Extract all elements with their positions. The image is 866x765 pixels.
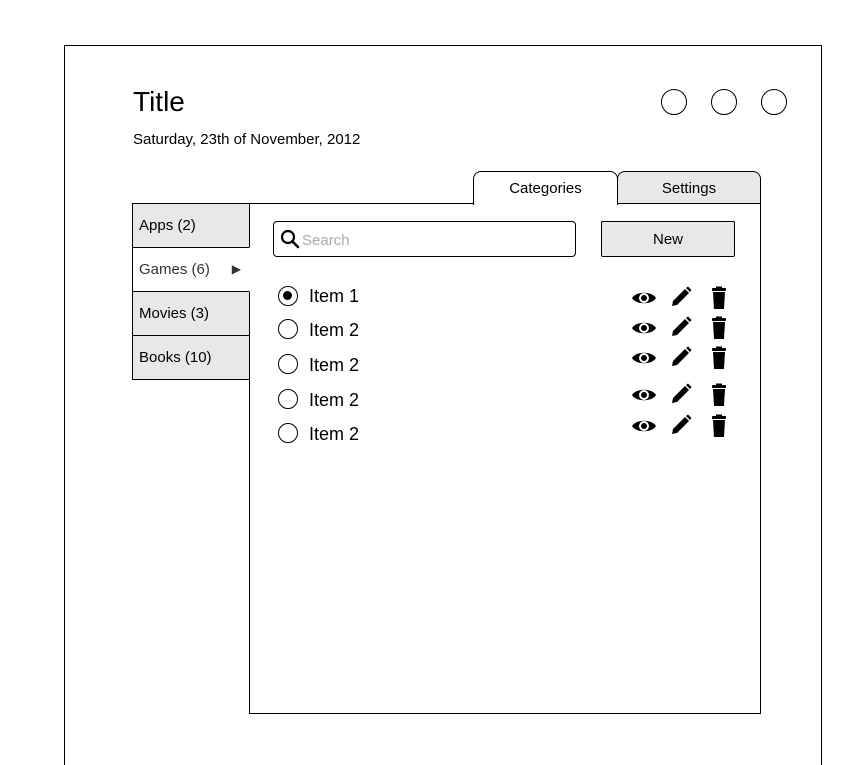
view-icon[interactable] xyxy=(631,316,657,340)
edit-icon[interactable] xyxy=(668,414,694,438)
list-item-label: Item 2 xyxy=(309,424,360,444)
search-icon xyxy=(280,229,300,249)
tab-categories[interactable]: Categories xyxy=(473,171,618,205)
window-control-1[interactable] xyxy=(661,89,687,115)
list-item-label: Item 1 xyxy=(309,286,360,306)
delete-icon[interactable] xyxy=(706,383,732,407)
sidebar-item-books[interactable]: Books (10) xyxy=(132,335,250,380)
view-icon[interactable] xyxy=(631,414,657,438)
sidebar-item-label: Movies (3) xyxy=(139,305,210,322)
sidebar-item-label: Apps (2) xyxy=(139,217,196,234)
radio-selected-dot xyxy=(283,291,292,300)
delete-icon[interactable] xyxy=(706,346,732,370)
item-radio[interactable] xyxy=(278,354,298,374)
sidebar-item-apps[interactable]: Apps (2) xyxy=(132,203,250,248)
search-box xyxy=(273,221,576,257)
tab-settings[interactable]: Settings xyxy=(617,171,761,204)
list-item-label: Item 2 xyxy=(309,390,360,410)
list-item-label: Item 2 xyxy=(309,355,360,375)
delete-icon[interactable] xyxy=(706,316,732,340)
delete-icon[interactable] xyxy=(706,414,732,438)
item-radio[interactable] xyxy=(278,319,298,339)
new-button[interactable]: New xyxy=(601,221,735,257)
view-icon[interactable] xyxy=(631,286,657,310)
edit-icon[interactable] xyxy=(668,383,694,407)
list-item-label: Item 2 xyxy=(309,320,360,340)
sidebar-item-movies[interactable]: Movies (3) xyxy=(132,291,250,336)
view-icon[interactable] xyxy=(631,346,657,370)
window-control-2[interactable] xyxy=(711,89,737,115)
view-icon[interactable] xyxy=(631,383,657,407)
item-radio[interactable] xyxy=(278,286,298,306)
delete-icon[interactable] xyxy=(706,286,732,310)
window-control-3[interactable] xyxy=(761,89,787,115)
edit-icon[interactable] xyxy=(668,346,694,370)
sidebar-item-label: Books (10) xyxy=(139,349,212,366)
item-radio[interactable] xyxy=(278,423,298,443)
item-radio[interactable] xyxy=(278,389,298,409)
sidebar-item-games[interactable]: Games (6) ▶ xyxy=(132,247,250,292)
page-title: Title xyxy=(133,86,185,117)
search-input[interactable] xyxy=(300,228,564,252)
date-label: Saturday, 23th of November, 2012 xyxy=(133,131,361,148)
edit-icon[interactable] xyxy=(668,316,694,340)
edit-icon[interactable] xyxy=(668,286,694,310)
chevron-right-icon: ▶ xyxy=(231,262,241,276)
sidebar-item-label: Games (6) xyxy=(139,261,210,278)
content-panel xyxy=(249,203,761,714)
